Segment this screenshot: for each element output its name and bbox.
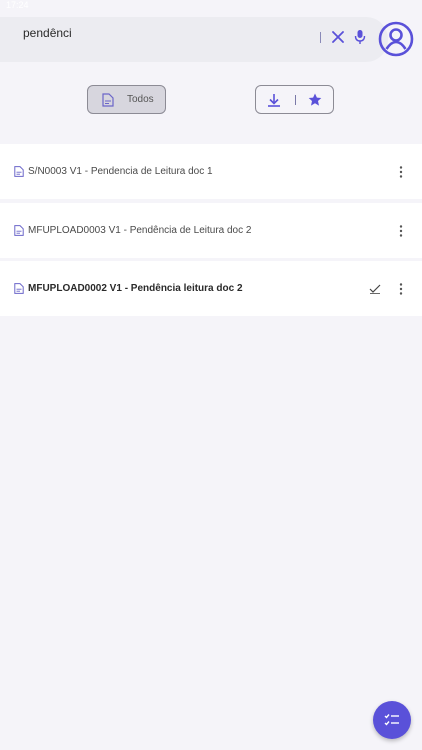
- search-input[interactable]: pendênci: [23, 26, 72, 40]
- document-title: MFUPLOAD0003 V1 - Pendência de Leitura d…: [28, 225, 252, 236]
- text-cursor: [320, 32, 321, 43]
- document-actions-group: [255, 85, 334, 114]
- close-icon: [332, 31, 344, 43]
- status-time: 17:24: [6, 0, 29, 10]
- action-divider: [295, 95, 296, 105]
- download-icon: [268, 94, 280, 107]
- list-item[interactable]: MFUPLOAD0003 V1 - Pendência de Leitura d…: [0, 203, 422, 258]
- list-item[interactable]: MFUPLOAD0002 V1 - Pendência leitura doc …: [0, 261, 422, 316]
- checklist-icon: [384, 714, 399, 726]
- user-avatar-button[interactable]: [378, 21, 414, 57]
- check-icon: [369, 284, 381, 294]
- status-bar: 17:24: [0, 0, 422, 12]
- document-title: MFUPLOAD0002 V1 - Pendência leitura doc …: [28, 283, 243, 294]
- clear-search-button[interactable]: [328, 27, 348, 47]
- document-icon: [14, 283, 24, 294]
- document-icon: [14, 225, 24, 236]
- favorite-button[interactable]: [307, 92, 323, 108]
- filter-all-chip[interactable]: Todos: [87, 85, 166, 114]
- download-button[interactable]: [266, 92, 282, 108]
- filter-all-label: Todos: [127, 94, 154, 105]
- more-vert-icon[interactable]: [396, 224, 406, 238]
- more-vert-icon[interactable]: [396, 165, 406, 179]
- voice-search-button[interactable]: [350, 27, 370, 47]
- checklist-fab-button[interactable]: [373, 701, 411, 739]
- more-vert-icon[interactable]: [396, 282, 406, 296]
- document-icon: [14, 166, 24, 177]
- mic-icon: [354, 30, 366, 44]
- document-title: S/N0003 V1 - Pendencia de Leitura doc 1: [28, 166, 213, 177]
- document-icon: [102, 92, 116, 107]
- list-item[interactable]: S/N0003 V1 - Pendencia de Leitura doc 1: [0, 144, 422, 199]
- star-icon: [308, 93, 322, 106]
- user-avatar-icon: [378, 21, 414, 57]
